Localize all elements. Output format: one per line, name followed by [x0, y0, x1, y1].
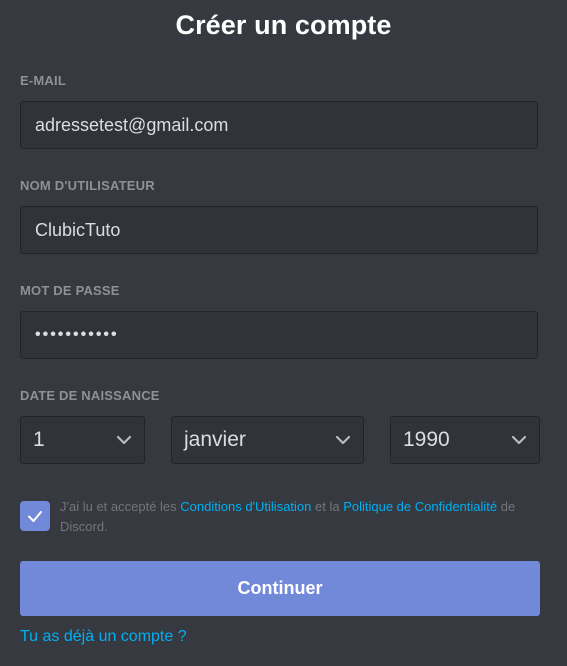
privacy-link[interactable]: Politique de Confidentialité	[343, 499, 497, 514]
birthdate-label: DATE DE NAISSANCE	[20, 388, 160, 403]
year-value: 1990	[403, 428, 450, 451]
terms-text-before: J'ai lu et accepté les	[60, 499, 181, 514]
day-value: 1	[33, 428, 45, 451]
email-label: E-MAIL	[20, 73, 66, 88]
terms-text-middle: et la	[311, 499, 344, 514]
password-label: MOT DE PASSE	[20, 283, 120, 298]
chevron-down-icon	[116, 435, 132, 445]
page-title: Créer un compte	[175, 10, 392, 40]
month-select[interactable]: janvier	[171, 416, 364, 464]
continue-button[interactable]: Continuer	[20, 561, 540, 616]
username-field[interactable]: ClubicTuto	[20, 206, 538, 254]
year-select[interactable]: 1990	[390, 416, 540, 464]
email-field[interactable]: adressetest@gmail.com	[20, 101, 538, 149]
day-select[interactable]: 1	[20, 416, 145, 464]
login-link[interactable]: Tu as déjà un compte ?	[20, 628, 187, 646]
checkmark-icon	[28, 511, 42, 522]
password-field[interactable]: •••••••••••	[20, 311, 538, 359]
chevron-down-icon	[511, 435, 527, 445]
terms-text: J'ai lu et accepté les Conditions d'Util…	[60, 497, 530, 537]
chevron-down-icon	[335, 435, 351, 445]
username-label: NOM D'UTILISATEUR	[20, 178, 155, 193]
terms-checkbox[interactable]	[20, 501, 50, 531]
tos-link[interactable]: Conditions d'Utilisation	[180, 499, 311, 514]
month-value: janvier	[184, 428, 246, 451]
